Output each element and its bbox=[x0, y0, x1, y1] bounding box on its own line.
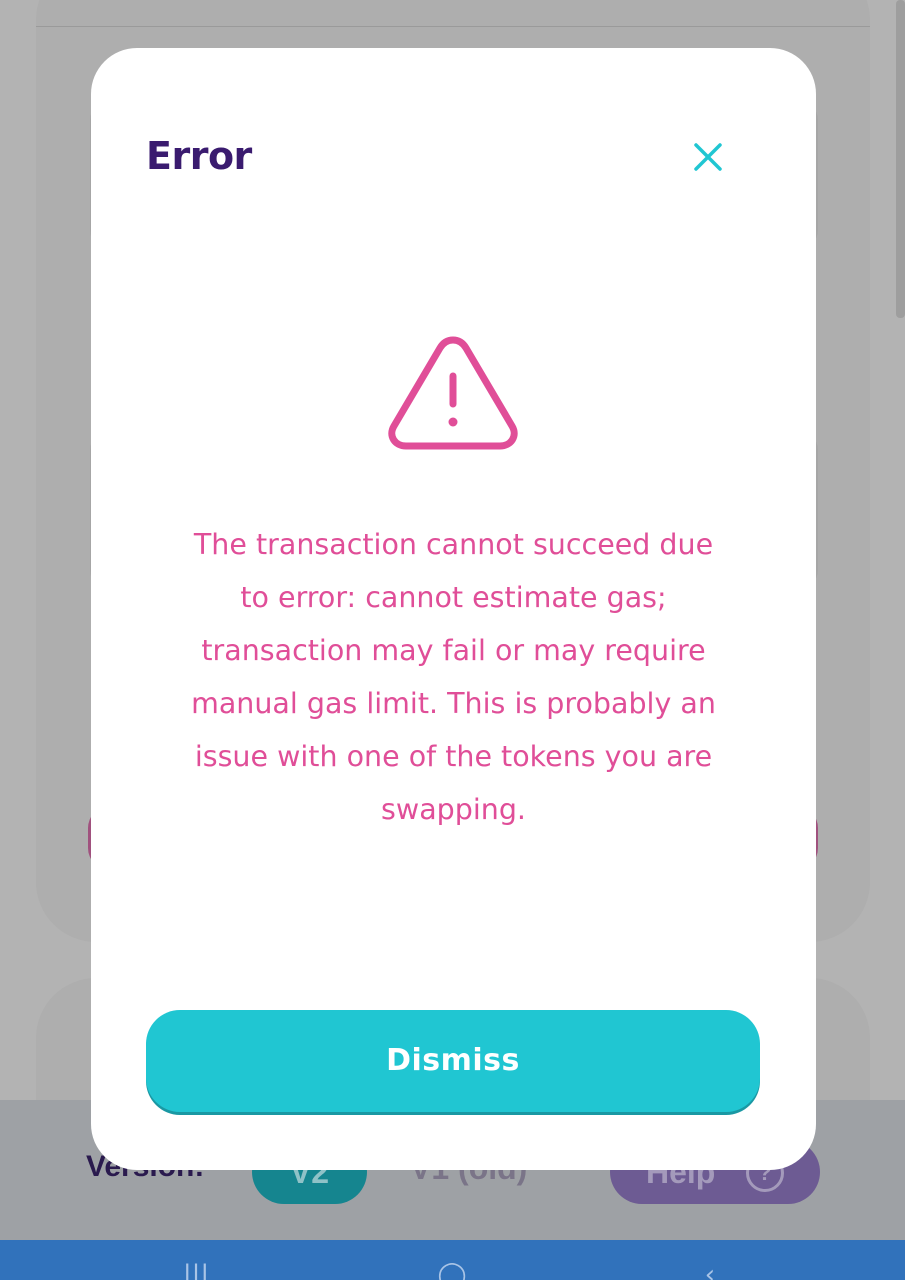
home-icon[interactable]: ◯ bbox=[432, 1262, 472, 1280]
modal-title: Error bbox=[146, 134, 252, 178]
error-modal: Error The transaction cannot succeed due… bbox=[91, 48, 816, 1170]
scrollbar-thumb[interactable] bbox=[896, 0, 905, 318]
dismiss-button[interactable]: Dismiss bbox=[146, 1010, 760, 1112]
warning-triangle-icon bbox=[385, 334, 521, 454]
error-message: The transaction cannot succeed due to er… bbox=[191, 528, 716, 826]
back-icon[interactable]: ‹ bbox=[690, 1262, 730, 1280]
card-divider bbox=[36, 26, 870, 27]
close-icon[interactable] bbox=[691, 140, 725, 174]
recent-apps-icon[interactable]: ||| bbox=[176, 1262, 216, 1280]
android-nav-bar: ||| ◯ ‹ bbox=[0, 1240, 905, 1280]
